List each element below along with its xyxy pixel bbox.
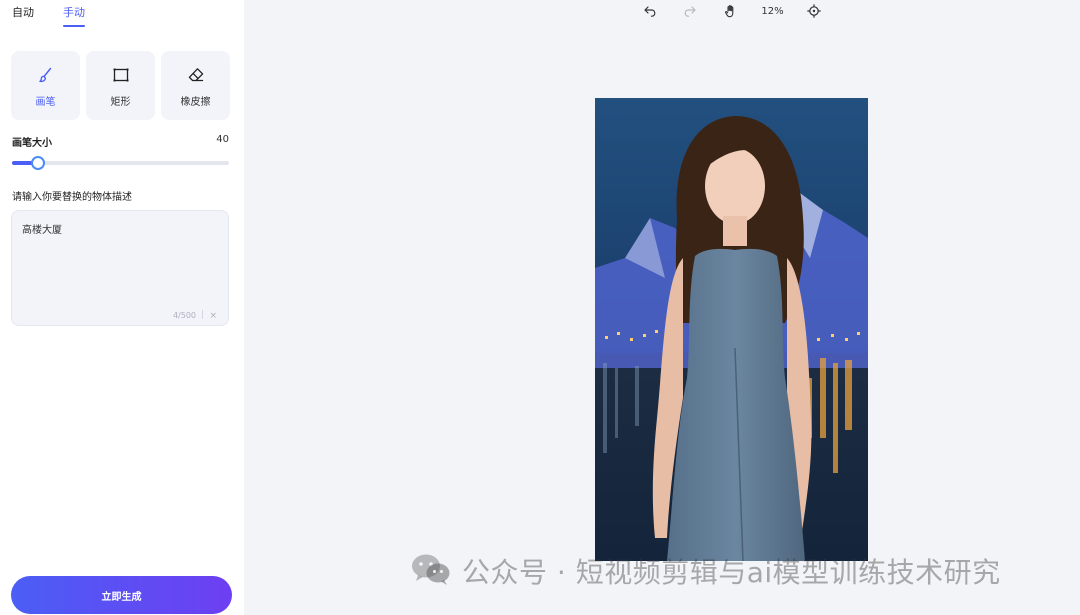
brush-size-row: 画笔大小 40 (12, 134, 229, 149)
count-divider (202, 310, 203, 319)
eraser-tool-button[interactable]: 橡皮擦 (161, 51, 230, 120)
brush-size-slider[interactable] (12, 156, 229, 170)
description-text[interactable]: 高楼大厦 (22, 221, 62, 236)
brush-icon (37, 66, 55, 84)
hand-pan-icon[interactable] (722, 2, 740, 20)
photo-woman-opera-house (595, 98, 868, 561)
watermark-text: 公众号 · 短视频剪辑与ai模型训练技术研究 (462, 556, 1001, 589)
eraser-icon (187, 66, 205, 84)
canvas-image[interactable] (595, 98, 868, 561)
generate-button[interactable]: 立即生成 (11, 576, 232, 614)
tab-manual[interactable]: 手动 (63, 6, 85, 27)
eraser-tool-label: 橡皮擦 (180, 97, 211, 108)
watermark: 公众号 · 短视频剪辑与ai模型训练技术研究 (410, 553, 1001, 589)
clear-icon[interactable]: × (209, 311, 217, 321)
brush-tool-label: 画笔 (35, 97, 56, 108)
crosshair-icon[interactable] (805, 2, 823, 20)
undo-icon[interactable] (641, 2, 659, 20)
brush-size-title: 画笔大小 (12, 138, 52, 149)
mode-tabs: 自动 手动 (12, 6, 85, 27)
description-label: 请输入你要替换的物体描述 (12, 192, 132, 203)
description-input[interactable]: 高楼大厦 4/500 × (11, 210, 229, 326)
char-count: 4/500 (172, 311, 196, 320)
tab-auto[interactable]: 自动 (12, 6, 34, 26)
rectangle-tool-label: 矩形 (110, 97, 131, 108)
rectangle-icon (112, 66, 130, 84)
brush-tool-button[interactable]: 画笔 (11, 51, 80, 120)
wechat-icon (410, 552, 452, 590)
slider-thumb[interactable] (31, 156, 46, 170)
canvas-toolbar: 12% (244, 0, 1080, 22)
redo-icon[interactable] (681, 2, 699, 20)
zoom-level: 12% (761, 5, 784, 17)
brush-size-value: 40 (216, 134, 229, 145)
rectangle-tool-button[interactable]: 矩形 (86, 51, 155, 120)
left-panel: 自动 手动 画笔 矩形 橡皮擦 画笔大小 40 请输入你要替换的物体描述 高楼大… (0, 0, 244, 615)
tool-group: 画笔 矩形 橡皮擦 (11, 51, 230, 120)
